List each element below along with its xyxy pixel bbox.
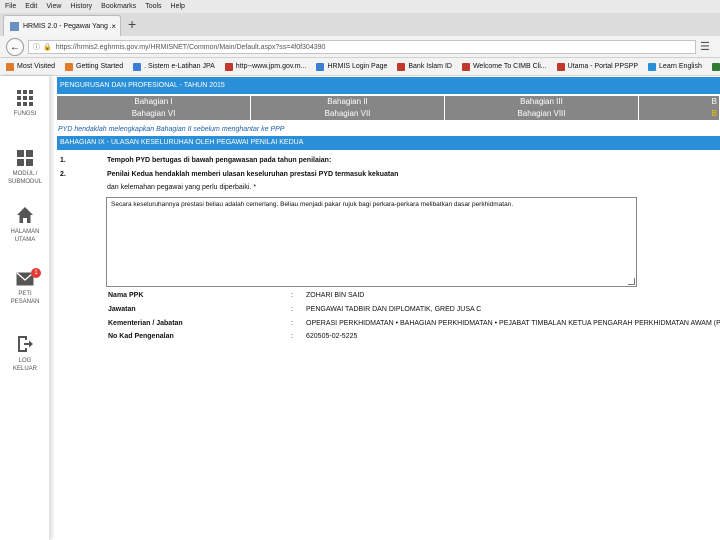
- bookmark-label: Most Visited: [17, 63, 55, 70]
- url-bar[interactable]: ⓘ 🔒 https://hrmis2.eghrmis.gov.my/HRMISN…: [28, 40, 696, 54]
- info-label-kad-pengenalan: No Kad Pengenalan: [108, 333, 174, 340]
- bookmark-label: Learn English: [659, 63, 702, 70]
- bookmark-favicon-icon: [556, 62, 565, 71]
- bookmark-item[interactable]: English Grammar Onli...: [711, 62, 720, 71]
- lock-icon: 🔒: [43, 44, 52, 51]
- info-colon: :: [291, 292, 293, 299]
- bookmark-label: Getting Started: [76, 63, 124, 70]
- question-1-text: Tempoh PYD bertugas di bawah pengawasan …: [107, 157, 332, 164]
- sidebar-item-fungsi[interactable]: FUNGSI: [0, 90, 50, 118]
- sidebar-item-halaman-utama[interactable]: HALAMAN UTAMA: [0, 206, 50, 244]
- bookmark-label: Welcome To CIMB Cli...: [472, 63, 547, 70]
- hamburger-menu-icon[interactable]: ☰: [700, 40, 710, 54]
- bookmark-favicon-icon: [224, 62, 233, 71]
- comment-text: Secara keseluruhannya prestasi beliau ad…: [111, 201, 514, 208]
- tab-bahagian-8[interactable]: Bahagian VIII: [445, 108, 639, 120]
- grid-4-icon: [17, 150, 33, 166]
- tab-bahagian-3[interactable]: Bahagian III: [445, 96, 639, 108]
- info-label-jawatan: Jawatan: [108, 306, 136, 313]
- sidebar-label-modul: MODUL / SUBMODUL: [7, 171, 42, 185]
- menu-edit[interactable]: Edit: [25, 3, 37, 10]
- resize-grip-icon[interactable]: [628, 278, 635, 285]
- sidebar-label-halaman-utama: HALAMAN UTAMA: [10, 229, 40, 243]
- instruction-note: PYD hendaklah melengkapkan Bahagian II s…: [58, 126, 285, 133]
- comment-textarea[interactable]: Secara keseluruhannya prestasi beliau ad…: [106, 197, 637, 287]
- question-2-continuation: dan kelemahan pegawai yang perlu diperba…: [107, 184, 257, 191]
- sidebar-label-peti-pesanan: PETI PESANAN: [10, 291, 40, 305]
- menu-view[interactable]: View: [46, 3, 61, 10]
- bookmark-item[interactable]: . Sistem e-Latihan JPA: [133, 62, 215, 71]
- bookmark-item[interactable]: Learn English: [648, 62, 702, 71]
- bookmark-favicon-icon: [711, 62, 720, 71]
- home-icon: [17, 207, 33, 223]
- menu-bookmarks[interactable]: Bookmarks: [101, 3, 136, 10]
- info-label-nama: Nama PPK: [108, 292, 144, 299]
- bookmark-label: http--www.jpm.gov.m...: [235, 63, 307, 70]
- info-value-nama: ZOHARI BIN SAID: [306, 292, 365, 299]
- info-value-kad-pengenalan: 620505-02-5225: [306, 333, 358, 340]
- bookmark-item[interactable]: HRMIS Login Page: [316, 62, 388, 71]
- question-1-number: 1.: [60, 157, 66, 164]
- tab-close-icon[interactable]: ×: [111, 22, 116, 31]
- bookmark-item[interactable]: Getting Started: [65, 62, 124, 71]
- menu-history[interactable]: History: [70, 3, 92, 10]
- sidebar-item-log-keluar[interactable]: LOG KELUAR: [0, 335, 50, 373]
- bookmark-item[interactable]: http--www.jpm.gov.m...: [224, 62, 307, 71]
- browser-tab[interactable]: HRMIS 2.0 - Pegawai Yang ... ×: [3, 15, 121, 36]
- info-icon[interactable]: ⓘ: [33, 42, 40, 52]
- sidebar-label-log-keluar: LOG KELUAR: [12, 358, 37, 372]
- menu-bar: File Edit View History Bookmarks Tools H…: [0, 0, 720, 13]
- bookmark-item[interactable]: Utama - Portal PPSPP: [556, 62, 639, 71]
- url-text: https://hrmis2.eghrmis.gov.my/HRMISNET/C…: [55, 43, 326, 51]
- section-header: BAHAGIAN IX - ULASAN KESELURUHAN OLEH PE…: [57, 136, 720, 150]
- logout-icon: [18, 336, 33, 352]
- tab-bahagian-9[interactable]: B: [639, 108, 720, 120]
- bookmark-favicon-icon: [316, 62, 325, 71]
- message-count-badge: 1: [31, 268, 41, 278]
- page-title: PENGURUSAN DAN PROFESIONAL - TAHUN 2015: [57, 77, 720, 94]
- bookmark-favicon-icon: [461, 62, 470, 71]
- tab-bahagian-6[interactable]: Bahagian VI: [57, 108, 251, 120]
- bookmark-item[interactable]: Most Visited: [6, 62, 55, 71]
- tab-bahagian-2[interactable]: Bahagian II: [251, 96, 445, 108]
- info-colon: :: [291, 306, 293, 313]
- menu-file[interactable]: File: [5, 3, 16, 10]
- bookmark-item[interactable]: Welcome To CIMB Cli...: [461, 62, 547, 71]
- bookmark-label: Utama - Portal PPSPP: [567, 63, 639, 70]
- bookmark-label: Bank Islam ID: [408, 63, 452, 70]
- menu-tools[interactable]: Tools: [145, 3, 161, 10]
- tab-title: HRMIS 2.0 - Pegawai Yang ...: [23, 22, 112, 30]
- bookmark-item[interactable]: Bank Islam ID: [397, 62, 452, 71]
- info-value-jawatan: PENGAWAI TADBIR DAN DIPLOMATIK, GRED JUS…: [306, 306, 482, 313]
- tab-bahagian-4[interactable]: B: [639, 96, 720, 108]
- bookmark-favicon-icon: [6, 62, 14, 71]
- bookmark-favicon-icon: [133, 62, 142, 71]
- bookmark-label: . Sistem e-Latihan JPA: [144, 63, 215, 70]
- favicon-icon: [10, 21, 19, 31]
- question-2-number: 2.: [60, 171, 66, 178]
- new-tab-button[interactable]: +: [128, 16, 136, 32]
- bookmark-favicon-icon: [397, 62, 406, 71]
- info-value-kementerian: OPERASI PERKHIDMATAN • BAHAGIAN PERKHIDM…: [306, 320, 720, 327]
- app-sidebar: FUNGSI MODUL / SUBMODUL HALAMAN UTAMA 1 …: [0, 76, 50, 540]
- bookmark-favicon-icon: [65, 62, 73, 71]
- sidebar-item-modul[interactable]: MODUL / SUBMODUL: [0, 150, 50, 186]
- info-label-kementerian: Kementerian / Jabatan: [108, 320, 183, 327]
- tab-bahagian-7[interactable]: Bahagian VII: [251, 108, 445, 120]
- bookmark-favicon-icon: [648, 62, 657, 71]
- tab-bahagian-1[interactable]: Bahagian I: [57, 96, 251, 108]
- bookmark-label: HRMIS Login Page: [327, 63, 388, 70]
- menu-help[interactable]: Help: [171, 3, 185, 10]
- section-tabs-table: Bahagian I Bahagian II Bahagian III B Ba…: [57, 96, 720, 120]
- info-colon: :: [291, 333, 293, 340]
- question-2-text: Penilai Kedua hendaklah memberi ulasan k…: [107, 171, 399, 178]
- info-colon: :: [291, 320, 293, 327]
- bookmarks-toolbar: Most Visited Getting Started . Sistem e-La…: [0, 58, 720, 76]
- back-button[interactable]: ←: [6, 38, 24, 56]
- sidebar-item-peti-pesanan[interactable]: 1 PETI PESANAN: [0, 268, 50, 306]
- sidebar-label-fungsi: FUNGSI: [13, 111, 37, 117]
- grid-9-icon: [17, 90, 33, 106]
